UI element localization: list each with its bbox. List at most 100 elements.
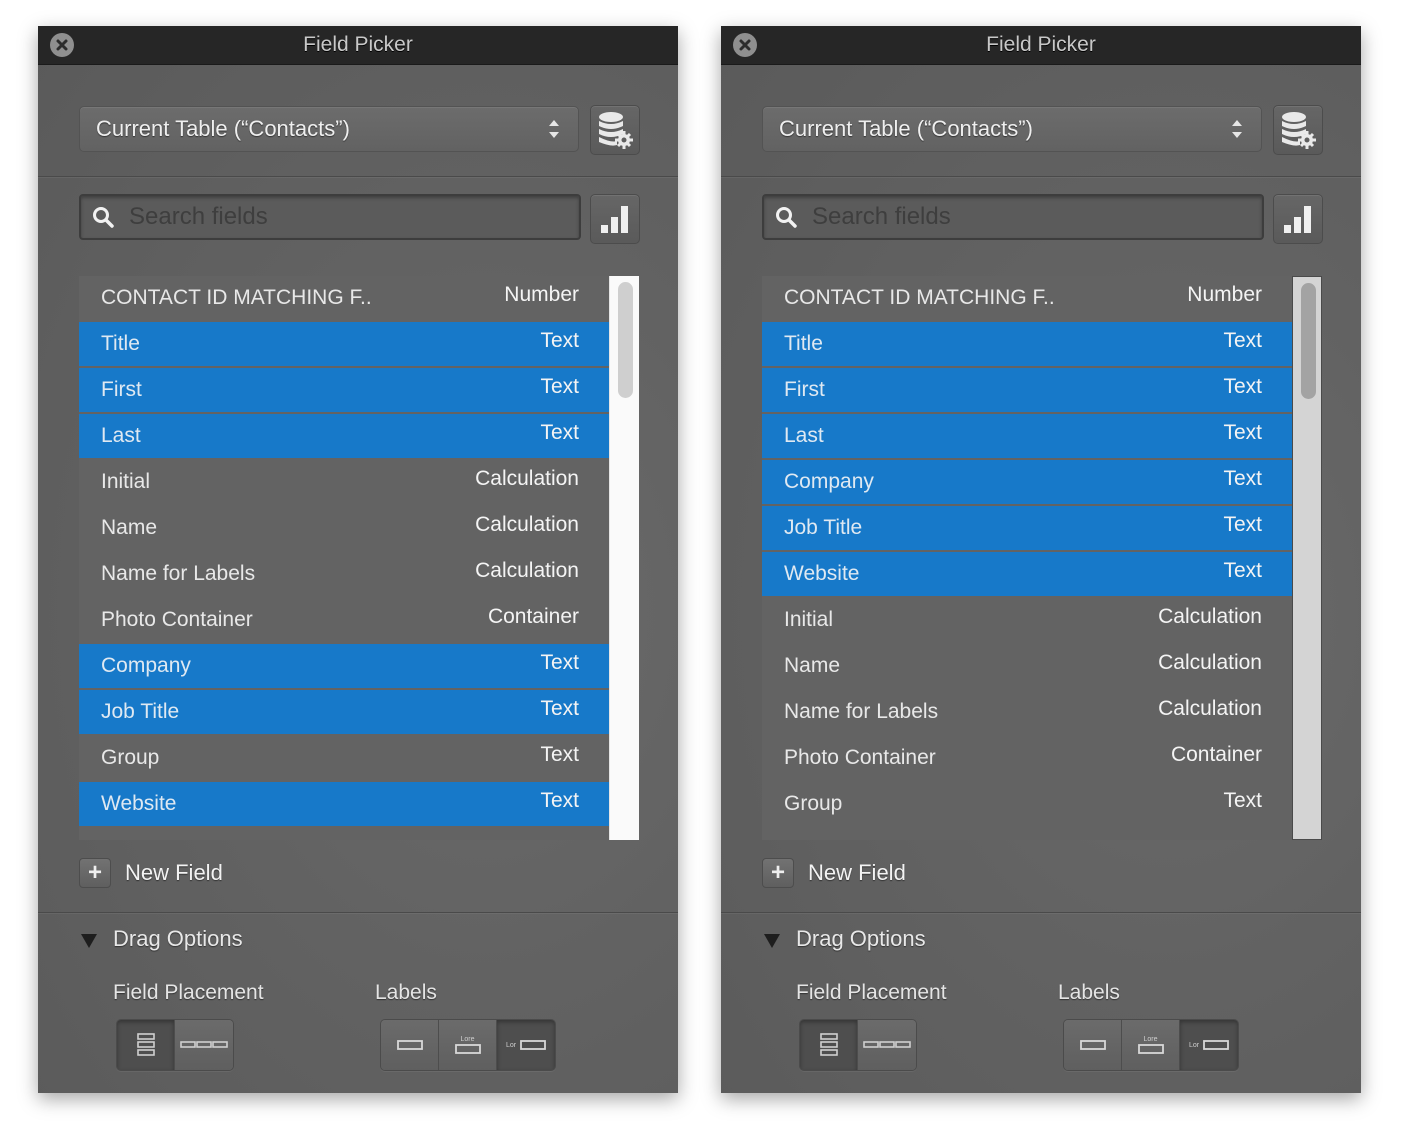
field-name: Photo Container	[101, 608, 253, 631]
field-type: Text	[540, 329, 579, 352]
field-row[interactable]: Last Text	[79, 414, 609, 458]
field-name: Last	[784, 424, 824, 447]
field-name: Initial	[784, 608, 834, 631]
table-select[interactable]: Current Table (“Contacts”)	[79, 106, 579, 152]
field-row[interactable]: Title Text	[79, 322, 609, 366]
horizontal-fields-icon	[863, 1041, 911, 1048]
search-input[interactable]	[127, 202, 531, 232]
title-bar[interactable]: Field Picker	[721, 26, 1361, 65]
field-name: Job Title	[784, 516, 863, 539]
field-row[interactable]: Job Title Text	[79, 690, 609, 734]
label-top-sample: Lore	[460, 1035, 475, 1043]
field-name: Company	[101, 654, 191, 677]
field-name: Website	[101, 792, 177, 815]
field-name: CONTACT ID MATCHING F..	[784, 286, 1055, 309]
field-type: Text	[1223, 789, 1262, 812]
table-select-value: Current Table (“Contacts”)	[779, 116, 1033, 141]
field-row[interactable]: First Text	[762, 368, 1292, 412]
field-name: First	[784, 378, 825, 401]
field-top-label-icon	[1137, 1043, 1164, 1054]
labels-none-button[interactable]	[381, 1020, 439, 1070]
new-field-label: New Field	[808, 860, 906, 885]
field-type: Number	[504, 283, 579, 306]
field-placement-vertical-button[interactable]	[800, 1020, 858, 1070]
field-type: Text	[1223, 421, 1262, 444]
field-row[interactable]: First Text	[79, 368, 609, 412]
field-type: Calculation	[1158, 651, 1262, 674]
label-top-sample: Lore	[1143, 1035, 1158, 1043]
field-left-label-icon	[1203, 1040, 1229, 1050]
field-row[interactable]: Website Text	[762, 552, 1292, 596]
field-row[interactable]: Name Calculation	[79, 506, 609, 550]
field-type: Calculation	[475, 559, 579, 582]
field-name: Group	[784, 792, 843, 815]
title-bar[interactable]: Field Picker	[38, 26, 678, 65]
field-list[interactable]: CONTACT ID MATCHING F.. Number Title Text Fi…	[762, 276, 1292, 840]
view-options-button[interactable]	[590, 194, 640, 244]
labels-top-button[interactable]: Lore	[439, 1020, 497, 1070]
labels-left-button[interactable]: Lor	[497, 1020, 555, 1070]
field-row[interactable]: CONTACT ID MATCHING F.. Number	[762, 276, 1292, 320]
labels-none-button[interactable]	[1064, 1020, 1122, 1070]
new-field-button[interactable]: + New Field	[762, 858, 906, 888]
search-icon	[93, 207, 114, 228]
field-row[interactable]: Group Text	[79, 736, 609, 780]
close-button[interactable]	[50, 33, 74, 57]
field-placement-label: Field Placement	[113, 981, 264, 1004]
field-row[interactable]: Job Title Text	[762, 506, 1292, 550]
panel-title: Field Picker	[303, 33, 413, 56]
close-button[interactable]	[733, 33, 757, 57]
labels-segmented-control: Lore Lor	[380, 1019, 556, 1071]
field-row[interactable]: Name for Labels Calculation	[79, 552, 609, 596]
field-row[interactable]: Title Text	[762, 322, 1292, 366]
field-row[interactable]: Website Text	[79, 782, 609, 826]
field-row[interactable]: Name for Labels Calculation	[762, 690, 1292, 734]
new-field-button[interactable]: + New Field	[79, 858, 223, 888]
field-row[interactable]: Initial Calculation	[79, 460, 609, 504]
field-name: Title	[101, 332, 140, 355]
labels-left-button[interactable]: Lor	[1180, 1020, 1238, 1070]
field-row[interactable]: Company Text	[79, 644, 609, 688]
field-type: Container	[487, 605, 579, 628]
scrollbar-thumb[interactable]	[618, 282, 633, 398]
labels-top-button[interactable]: Lore	[1122, 1020, 1180, 1070]
field-type: Calculation	[1158, 697, 1262, 720]
field-list[interactable]: CONTACT ID MATCHING F.. Number Title Text Fi…	[79, 276, 609, 840]
field-no-label-icon	[1079, 1040, 1106, 1050]
scrollbar-thumb[interactable]	[1301, 283, 1316, 399]
drag-options-label: Drag Options	[113, 926, 243, 951]
drag-options-toggle[interactable]: Drag Options	[764, 926, 926, 952]
field-placement-horizontal-button[interactable]	[858, 1020, 916, 1070]
field-type: Text	[540, 743, 579, 766]
field-placement-segmented-control	[116, 1019, 234, 1071]
vertical-fields-icon	[136, 1033, 155, 1056]
manage-database-button[interactable]	[590, 105, 640, 155]
field-row[interactable]: CONTACT ID MATCHING F.. Number	[79, 276, 609, 320]
field-row[interactable]: Photo Container Container	[762, 736, 1292, 780]
field-row[interactable]: Company Text	[762, 460, 1292, 504]
plus-icon[interactable]: +	[79, 858, 111, 888]
field-row[interactable]: Photo Container Container	[79, 598, 609, 642]
search-input[interactable]	[810, 202, 1214, 232]
view-options-button[interactable]	[1273, 194, 1323, 244]
field-row[interactable]: Last Text	[762, 414, 1292, 458]
field-list-scrollbar[interactable]	[1292, 276, 1322, 840]
horizontal-fields-icon	[180, 1041, 228, 1048]
field-name: Job Title	[101, 700, 180, 723]
field-name: Group	[101, 746, 160, 769]
field-row[interactable]: Initial Calculation	[762, 598, 1292, 642]
field-name: CONTACT ID MATCHING F..	[101, 286, 372, 309]
plus-icon[interactable]: +	[762, 858, 794, 888]
field-placement-vertical-button[interactable]	[117, 1020, 175, 1070]
search-field[interactable]	[79, 194, 581, 240]
manage-database-button[interactable]	[1273, 105, 1323, 155]
field-row[interactable]: Group Text	[762, 782, 1292, 826]
search-field[interactable]	[762, 194, 1264, 240]
drag-options-toggle[interactable]: Drag Options	[81, 926, 243, 952]
field-placement-horizontal-button[interactable]	[175, 1020, 233, 1070]
field-name: Name for Labels	[101, 562, 256, 585]
up-down-chevron-icon	[1232, 120, 1242, 138]
field-list-scrollbar[interactable]	[609, 276, 639, 840]
field-row[interactable]: Name Calculation	[762, 644, 1292, 688]
table-select[interactable]: Current Table (“Contacts”)	[762, 106, 1262, 152]
